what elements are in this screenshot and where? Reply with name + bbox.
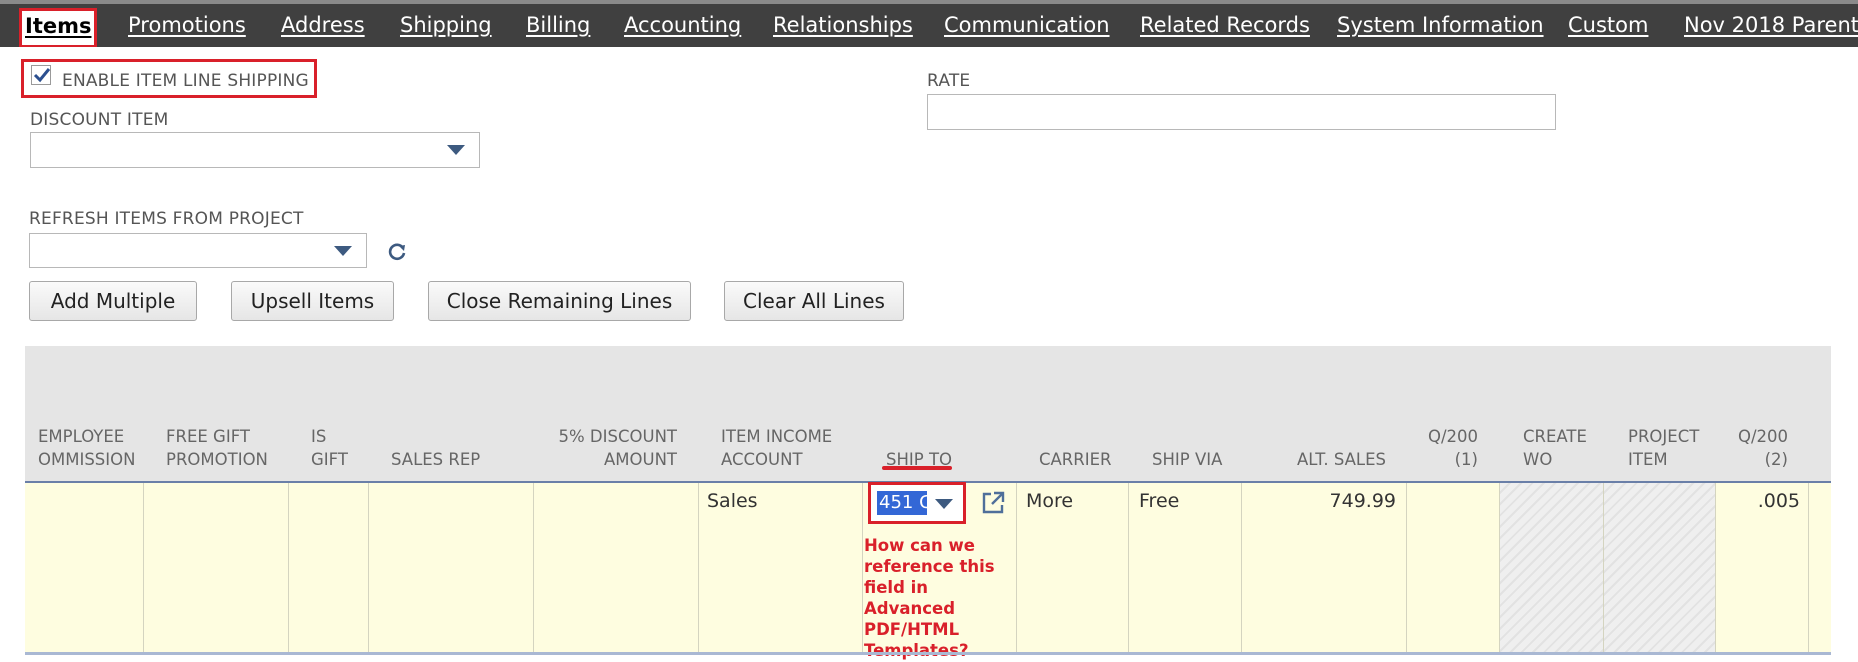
refresh-items-label: REFRESH ITEMS FROM PROJECT xyxy=(29,209,304,229)
ship-to-selected-value: 451 C xyxy=(877,491,927,515)
sales-order-items-subtab: Items Promotions Address Shipping Billin… xyxy=(0,0,1858,662)
refresh-items-select[interactable] xyxy=(29,233,367,268)
col-header-create-wo[interactable]: CREATE WO xyxy=(1523,425,1587,471)
column-divider xyxy=(862,483,863,655)
tab-system-information[interactable]: System Information xyxy=(1337,4,1544,47)
close-remaining-lines-button[interactable]: Close Remaining Lines xyxy=(428,281,691,321)
col-header-is-gift[interactable]: IS GIFT xyxy=(311,425,348,471)
column-divider xyxy=(143,483,144,655)
col-header-carrier[interactable]: CARRIER xyxy=(1039,425,1112,471)
subtab-bar: Items Promotions Address Shipping Billin… xyxy=(0,0,1858,47)
tab-address[interactable]: Address xyxy=(281,4,365,47)
column-divider xyxy=(533,483,534,655)
col-header-item-income-account[interactable]: ITEM INCOME ACCOUNT xyxy=(721,425,832,471)
annotation-note: How can we reference this field in Advan… xyxy=(864,536,995,660)
rate-input[interactable] xyxy=(927,94,1556,130)
tab-accounting[interactable]: Accounting xyxy=(624,4,741,47)
enable-item-line-shipping-checkbox[interactable] xyxy=(31,65,51,85)
tab-relationships[interactable]: Relationships xyxy=(773,4,913,47)
col-header-ship-to[interactable]: SHIP TO xyxy=(886,425,952,471)
ship-to-highlight: 451 C xyxy=(868,482,966,524)
col-header-q200-2[interactable]: Q/200 (2) xyxy=(1730,425,1788,471)
col-header-sales-rep[interactable]: SALES REP xyxy=(391,425,480,471)
tab-billing[interactable]: Billing xyxy=(526,4,590,47)
col-header-alt-sales[interactable]: ALT. SALES xyxy=(1250,425,1386,471)
project-item-cell-disabled xyxy=(1604,483,1715,655)
external-link-icon[interactable] xyxy=(980,490,1006,516)
refresh-icon[interactable] xyxy=(386,240,408,262)
ship-to-select[interactable]: 451 C xyxy=(875,489,959,517)
ship-to-underline-highlight xyxy=(882,466,952,470)
cell-ship-via[interactable]: Free xyxy=(1139,490,1179,512)
tab-communication[interactable]: Communication xyxy=(944,4,1110,47)
discount-item-select[interactable] xyxy=(30,132,480,168)
column-divider xyxy=(1241,483,1242,655)
column-divider xyxy=(1808,483,1809,655)
cell-item-income-account[interactable]: Sales xyxy=(707,490,758,512)
caret-down-icon xyxy=(447,145,465,155)
column-divider xyxy=(1128,483,1129,655)
tab-nov-2018-parent[interactable]: Nov 2018 Parent xyxy=(1684,4,1858,47)
rate-label: RATE xyxy=(927,71,971,91)
col-header-employee-commission[interactable]: EMPLOYEE OMMISSION xyxy=(38,425,135,471)
col-header-q200-1[interactable]: Q/200 (1) xyxy=(1418,425,1478,471)
grid-bottom-border xyxy=(25,652,1831,655)
col-header-project-item[interactable]: PROJECT ITEM xyxy=(1628,425,1699,471)
cell-q200-2[interactable]: .005 xyxy=(1720,490,1800,512)
tab-items[interactable]: Items xyxy=(19,8,98,47)
column-divider xyxy=(1603,483,1604,655)
create-wo-cell-disabled xyxy=(1500,483,1603,655)
clear-all-lines-button[interactable]: Clear All Lines xyxy=(724,281,904,321)
column-divider xyxy=(288,483,289,655)
discount-item-label: DISCOUNT ITEM xyxy=(30,110,169,130)
tab-custom[interactable]: Custom xyxy=(1568,4,1648,47)
cell-carrier[interactable]: More xyxy=(1026,490,1073,512)
caret-down-icon xyxy=(334,245,352,256)
col-header-discount-amount[interactable]: 5% DISCOUNT AMOUNT xyxy=(540,425,677,471)
tab-promotions[interactable]: Promotions xyxy=(128,4,246,47)
col-header-ship-via[interactable]: SHIP VIA xyxy=(1152,425,1222,471)
upsell-items-button[interactable]: Upsell Items xyxy=(231,281,394,321)
cell-alt-sales[interactable]: 749.99 xyxy=(1250,490,1396,512)
column-divider xyxy=(368,483,369,655)
column-divider xyxy=(1406,483,1407,655)
enable-item-line-shipping-label: ENABLE ITEM LINE SHIPPING xyxy=(62,71,309,91)
tab-related-records[interactable]: Related Records xyxy=(1140,4,1310,47)
col-header-free-gift-promotion[interactable]: FREE GIFT PROMOTION xyxy=(166,425,268,471)
column-divider xyxy=(1499,483,1500,655)
column-divider xyxy=(1715,483,1716,655)
check-icon xyxy=(33,68,51,83)
column-divider xyxy=(698,483,699,655)
tab-shipping[interactable]: Shipping xyxy=(400,4,492,47)
add-multiple-button[interactable]: Add Multiple xyxy=(29,281,197,321)
caret-down-icon xyxy=(935,499,953,509)
